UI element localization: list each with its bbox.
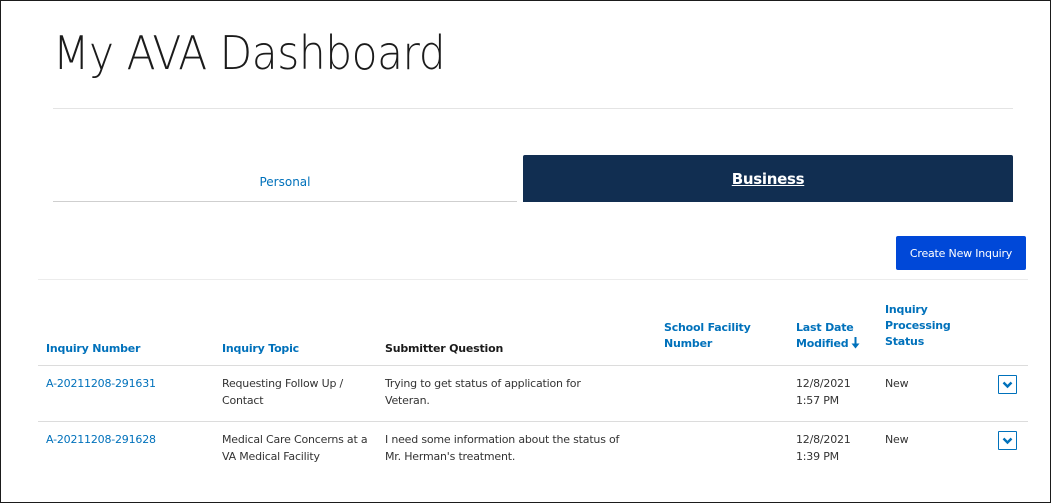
column-header-status-line1: Inquiry [885,303,928,316]
tab-business-label: Business [731,170,805,188]
tab-business[interactable]: Business [523,155,1013,202]
inquiry-topic-line2: Contact [222,394,264,407]
create-new-inquiry-button[interactable]: Create New Inquiry [896,236,1026,270]
submitter-question-line1: I need some information about the status… [385,433,620,446]
inquiry-number-link[interactable]: A-20211208-291631 [46,375,156,392]
chevron-down-icon [1002,437,1013,444]
column-header-status-line2: Processing [885,319,951,332]
column-header-inquiry-topic-label: Inquiry Topic [222,342,299,355]
tab-personal[interactable]: Personal [53,162,517,202]
column-header-inquiry-number-label: Inquiry Number [46,342,141,355]
column-header-inquiry-processing-status[interactable]: Inquiry Processing Status [885,302,951,350]
last-modified-time: 1:57 PM [796,394,839,407]
column-header-last-date-line1: Last Date [796,321,854,334]
arrow-down-icon [851,337,860,354]
inquiry-topic-line2: VA Medical Facility [222,450,320,463]
column-header-school-facility-line1: School Facility [664,321,751,334]
title-divider [53,108,1013,109]
column-header-school-facility-number[interactable]: School Facility Number [664,320,751,352]
inquiry-topic-line1: Requesting Follow Up / [222,377,344,390]
column-header-last-date-line2: Modified [796,337,849,350]
inquiry-topic-line1: Medical Care Concerns at a [222,433,368,446]
submitter-question: I need some information about the status… [385,431,619,465]
tab-personal-label: Personal [259,175,311,189]
last-date-modified: 12/8/2021 1:57 PM [796,375,851,409]
chevron-down-icon [1002,381,1013,388]
column-header-submitter-question-label: Submitter Question [385,342,504,355]
inquiry-topic: Medical Care Concerns at a VA Medical Fa… [222,431,368,465]
column-header-inquiry-number[interactable]: Inquiry Number [46,341,140,357]
last-date-modified: 12/8/2021 1:39 PM [796,431,851,465]
inquiry-number-link[interactable]: A-20211208-291628 [46,431,156,448]
submitter-question-line2: Veteran. [385,394,430,407]
column-header-submitter-question: Submitter Question [385,341,503,357]
inquiry-topic: Requesting Follow Up / Contact [222,375,343,409]
toolbar-divider [38,279,1028,280]
column-header-inquiry-topic[interactable]: Inquiry Topic [222,341,299,357]
submitter-question-line2: Mr. Herman's treatment. [385,450,516,463]
last-modified-date: 12/8/2021 [796,377,851,390]
column-header-school-facility-line2: Number [664,337,713,350]
submitter-question: Trying to get status of application for … [385,375,581,409]
status-value: New [885,377,909,390]
row-divider [38,421,1028,422]
page-title: My AVA Dashboard [53,26,446,80]
header-divider [38,365,1028,366]
submitter-question-line1: Trying to get status of application for [385,377,581,390]
last-modified-date: 12/8/2021 [796,433,851,446]
last-modified-time: 1:39 PM [796,450,839,463]
status-value: New [885,433,909,446]
column-header-last-date-modified[interactable]: Last Date Modified [796,320,860,354]
row-expand-button[interactable] [998,375,1017,394]
row-expand-button[interactable] [998,431,1017,450]
column-header-status-line3: Status [885,335,925,348]
